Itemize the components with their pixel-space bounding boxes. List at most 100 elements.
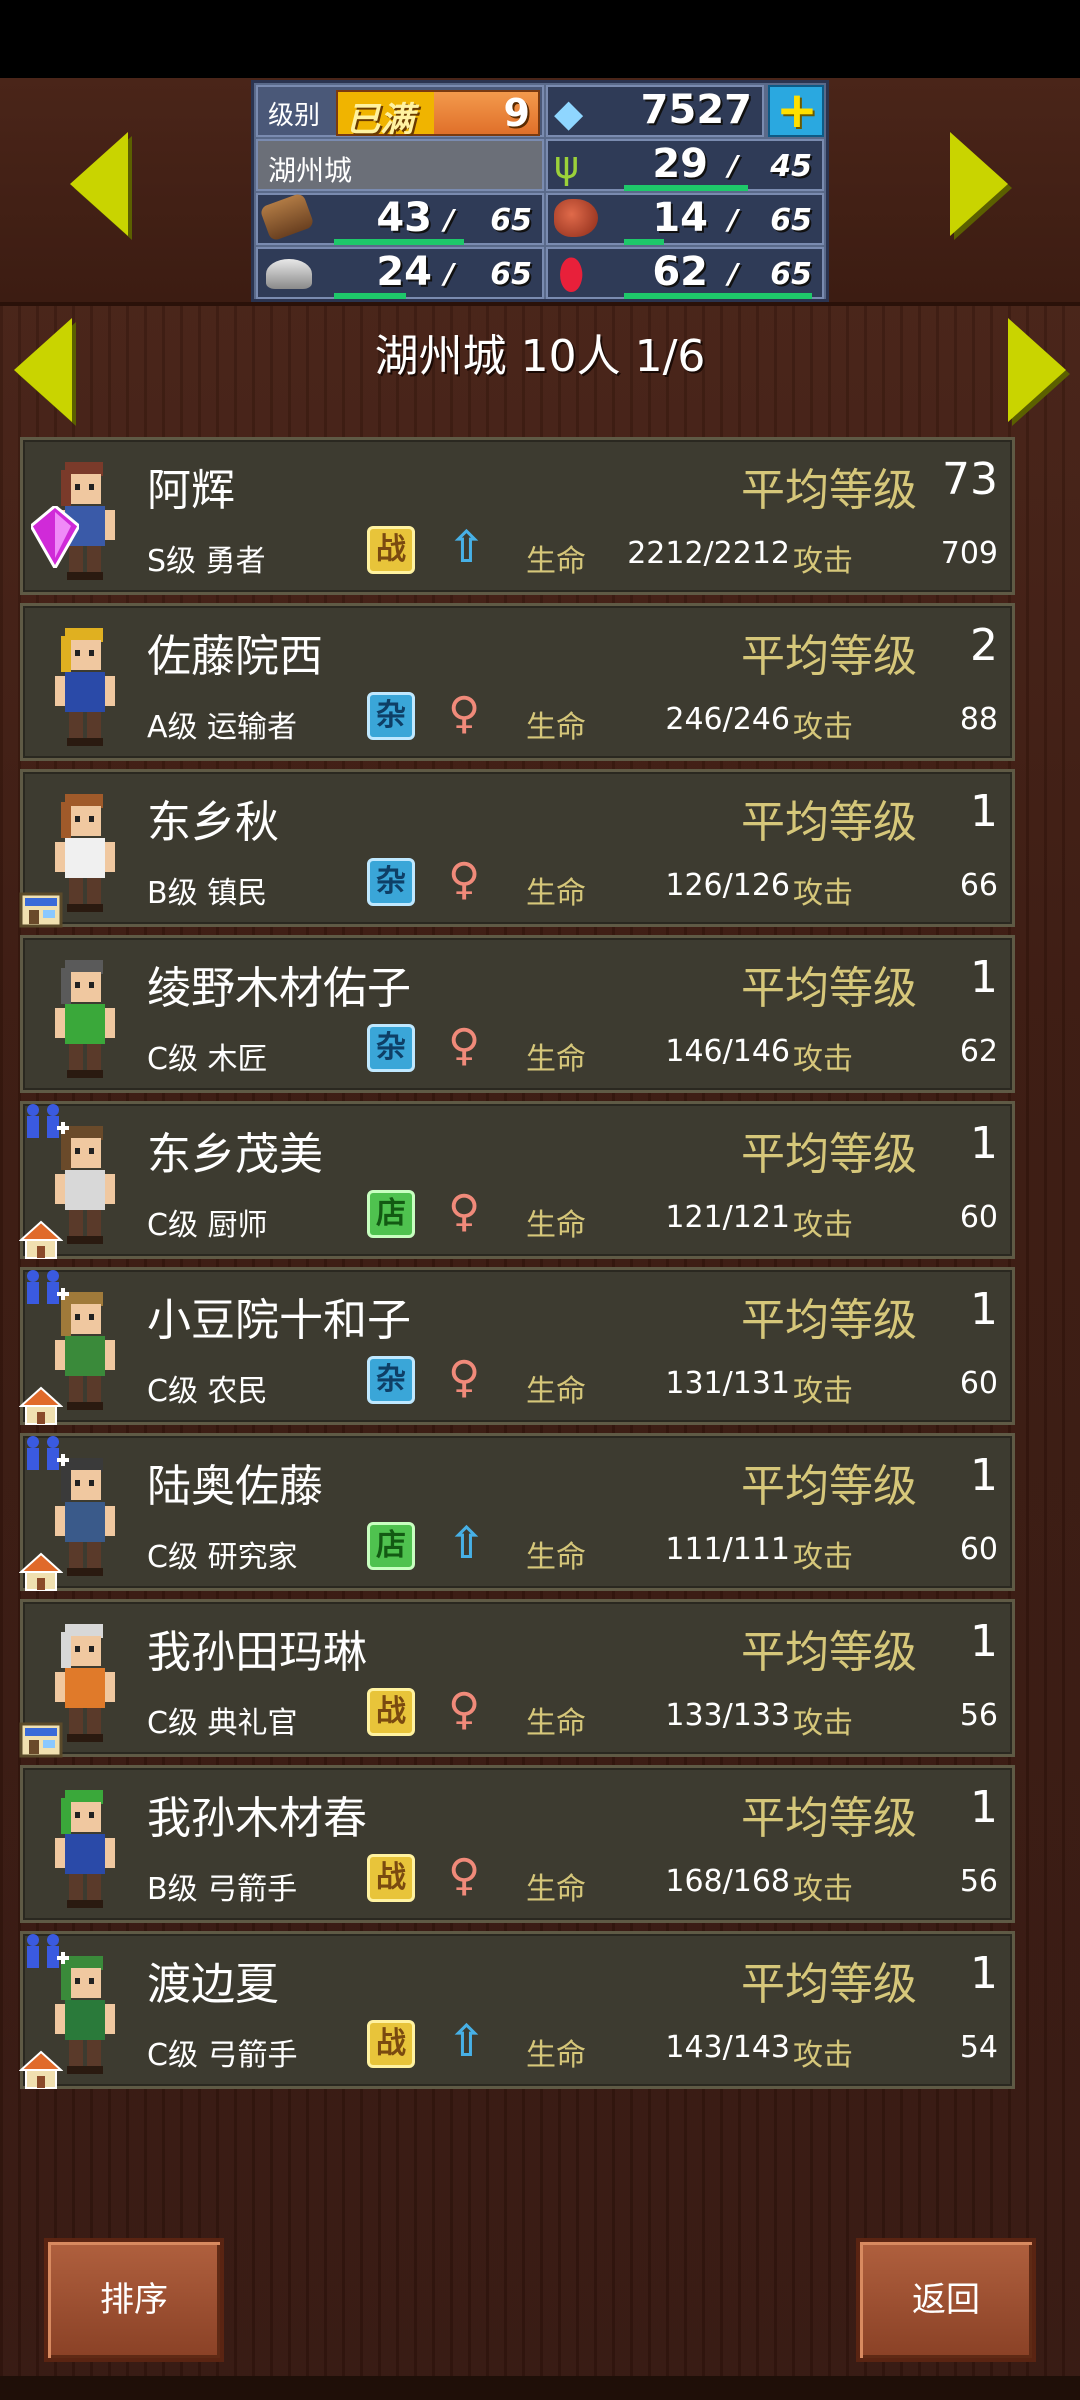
hp-label: 生命: [526, 2038, 586, 2073]
resident-row[interactable]: 东乡茂美 平均等级 1 C级 厨师 店 ♀ 生命 121/121 攻击 60: [18, 1101, 1015, 1259]
female-icon: ♀: [448, 1186, 481, 1237]
avg-level-value: 73: [942, 454, 998, 505]
hp-label: 生命: [526, 1042, 586, 1077]
avg-level-value: 1: [970, 1118, 998, 1169]
avg-level-label: 平均等级: [741, 1959, 917, 2010]
job-category-tag: 杂: [367, 692, 415, 740]
floor: [0, 2376, 1080, 2400]
female-icon: ♀: [448, 688, 481, 739]
hp-value: 143/143: [665, 2030, 790, 2065]
job-category-tag: 战: [367, 526, 415, 574]
next-page-arrow-icon[interactable]: [1008, 318, 1066, 422]
avg-level-label: 平均等级: [741, 1295, 917, 1346]
prev-city-arrow-icon[interactable]: [70, 132, 128, 236]
hp-label: 生命: [526, 1706, 586, 1741]
job-category-tag: 杂: [367, 858, 415, 906]
avg-level-label: 平均等级: [741, 1129, 917, 1180]
stone-bar: [334, 293, 406, 299]
attack-label: 攻击: [793, 1540, 853, 1575]
add-gems-button[interactable]: +: [768, 81, 824, 139]
attack-value: 54: [959, 2030, 998, 2065]
plus-icon: +: [776, 81, 818, 139]
resident-name: 绫野木材佑子: [147, 963, 411, 1014]
resident-row[interactable]: 东乡秋 平均等级 1 B级 镇民 杂 ♀ 生命 126/126 攻击 66: [19, 769, 1015, 928]
prev-page-arrow-icon[interactable]: [14, 318, 72, 422]
female-icon: ♀: [448, 854, 481, 905]
hp-label: 生命: [526, 1208, 586, 1243]
resident-avatar: [29, 452, 139, 586]
avg-level-value: 1: [970, 1948, 998, 1999]
resident-avatar: [29, 618, 139, 752]
avg-level-label: 平均等级: [741, 1461, 917, 1512]
resident-name: 东乡秋: [147, 797, 279, 848]
resident-name: 东乡茂美: [147, 1129, 323, 1180]
resident-name: 阿辉: [147, 465, 235, 516]
attack-value: 56: [959, 1864, 998, 1899]
job-category-tag: 杂: [367, 1024, 415, 1072]
avg-level-label: 平均等级: [741, 797, 917, 848]
job-category-tag: 店: [367, 1522, 415, 1570]
avg-level-value: 1: [970, 1284, 998, 1335]
resident-row[interactable]: 陆奥佐藤 平均等级 1 C级 研究家 店 ⇧ 生命 111/111 攻击 60: [18, 1433, 1015, 1591]
hp-value: 246/246: [665, 702, 790, 737]
resident-row[interactable]: 我孙田玛琳 平均等级 1 C级 典礼官 战 ♀ 生命 133/133 攻击 56: [19, 1599, 1015, 1758]
resident-rank-job: C级 木匠: [147, 1042, 268, 1077]
city-name: 湖州城: [268, 154, 353, 187]
resource-stone: 24 / 65: [256, 247, 544, 299]
resident-row[interactable]: 渡边夏 平均等级 1 C级 弓箭手 战 ⇧ 生命 143/143 攻击 54: [18, 1931, 1015, 2090]
diamond-icon: ◆: [554, 91, 584, 135]
level-max-badge: 已满: [346, 100, 414, 140]
resident-name: 佐藤院西: [147, 631, 323, 682]
companions-icon: [21, 1932, 75, 1976]
level-bar: 已满 9: [336, 90, 540, 140]
resident-row[interactable]: 阿辉 平均等级 73 S级 勇者 战 ⇧ 生命 2212/2212 攻击 709: [20, 437, 1015, 595]
companions-icon: [21, 1434, 75, 1478]
job-category-tag: 战: [367, 1688, 415, 1736]
resident-row[interactable]: 绫野木材佑子 平均等级 1 C级 木匠 杂 ♀ 生命 146/146 攻击 62: [20, 935, 1015, 1093]
attack-label: 攻击: [793, 2038, 853, 2073]
resource-food: 14 / 65: [546, 193, 824, 245]
male-icon: ⇧: [448, 2016, 485, 2067]
female-icon: ♀: [448, 1352, 481, 1403]
avg-level-value: 2: [970, 620, 998, 671]
attack-label: 攻击: [793, 710, 853, 745]
resident-row[interactable]: 我孙木材春 平均等级 1 B级 弓箭手 战 ♀ 生命 168/168 攻击 56: [20, 1765, 1015, 1923]
resident-rank-job: C级 厨师: [147, 1208, 268, 1243]
avg-level-label: 平均等级: [741, 1627, 917, 1678]
sort-button[interactable]: 排序: [44, 2238, 224, 2362]
job-category-tag: 战: [367, 1854, 415, 1902]
avg-level-label: 平均等级: [741, 963, 917, 1014]
resident-row[interactable]: 小豆院十和子 平均等级 1 C级 农民 杂 ♀ 生命 131/131 攻击 60: [18, 1267, 1015, 1425]
female-icon: ♀: [448, 1850, 481, 1901]
attack-value: 60: [959, 1200, 998, 1235]
level-label: 级别: [268, 101, 321, 131]
attack-value: 60: [959, 1532, 998, 1567]
resident-rank-job: B级 镇民: [147, 876, 268, 911]
house-icon: [18, 2050, 64, 2090]
wood-log-icon: [259, 192, 315, 242]
wood-bar: [334, 239, 464, 245]
resource-panel: 级别 已满 9 ◆ 7527 + 湖州城 ψ 29 / 45 43 / 65 1…: [251, 80, 829, 302]
back-button[interactable]: 返回: [856, 2238, 1036, 2362]
attack-value: 56: [959, 1698, 998, 1733]
level-cell: 级别 已满 9: [256, 85, 544, 140]
female-icon: ♀: [448, 1684, 481, 1735]
hp-value: 168/168: [665, 1864, 790, 1899]
food-bar: [624, 239, 664, 245]
stone-value: 24: [376, 249, 432, 295]
purple-gem-icon: [31, 506, 79, 568]
job-category-tag: 战: [367, 2020, 415, 2068]
resident-rank-job: S级 勇者: [147, 544, 266, 579]
food-value: 14: [652, 195, 708, 241]
avg-level-label: 平均等级: [741, 465, 917, 516]
resident-name: 我孙田玛琳: [147, 1627, 367, 1678]
attack-label: 攻击: [793, 1042, 853, 1077]
resident-row[interactable]: 佐藤院西 平均等级 2 A级 运输者 杂 ♀ 生命 246/246 攻击 88: [20, 603, 1015, 761]
companions-icon: [21, 1102, 75, 1146]
level-value: 9: [503, 91, 530, 135]
next-city-arrow-icon[interactable]: [950, 132, 1008, 236]
resident-rank-job: C级 农民: [147, 1374, 268, 1409]
attack-label: 攻击: [793, 544, 853, 579]
gem-cell: ◆ 7527: [546, 85, 764, 137]
avg-level-value: 1: [970, 1782, 998, 1833]
